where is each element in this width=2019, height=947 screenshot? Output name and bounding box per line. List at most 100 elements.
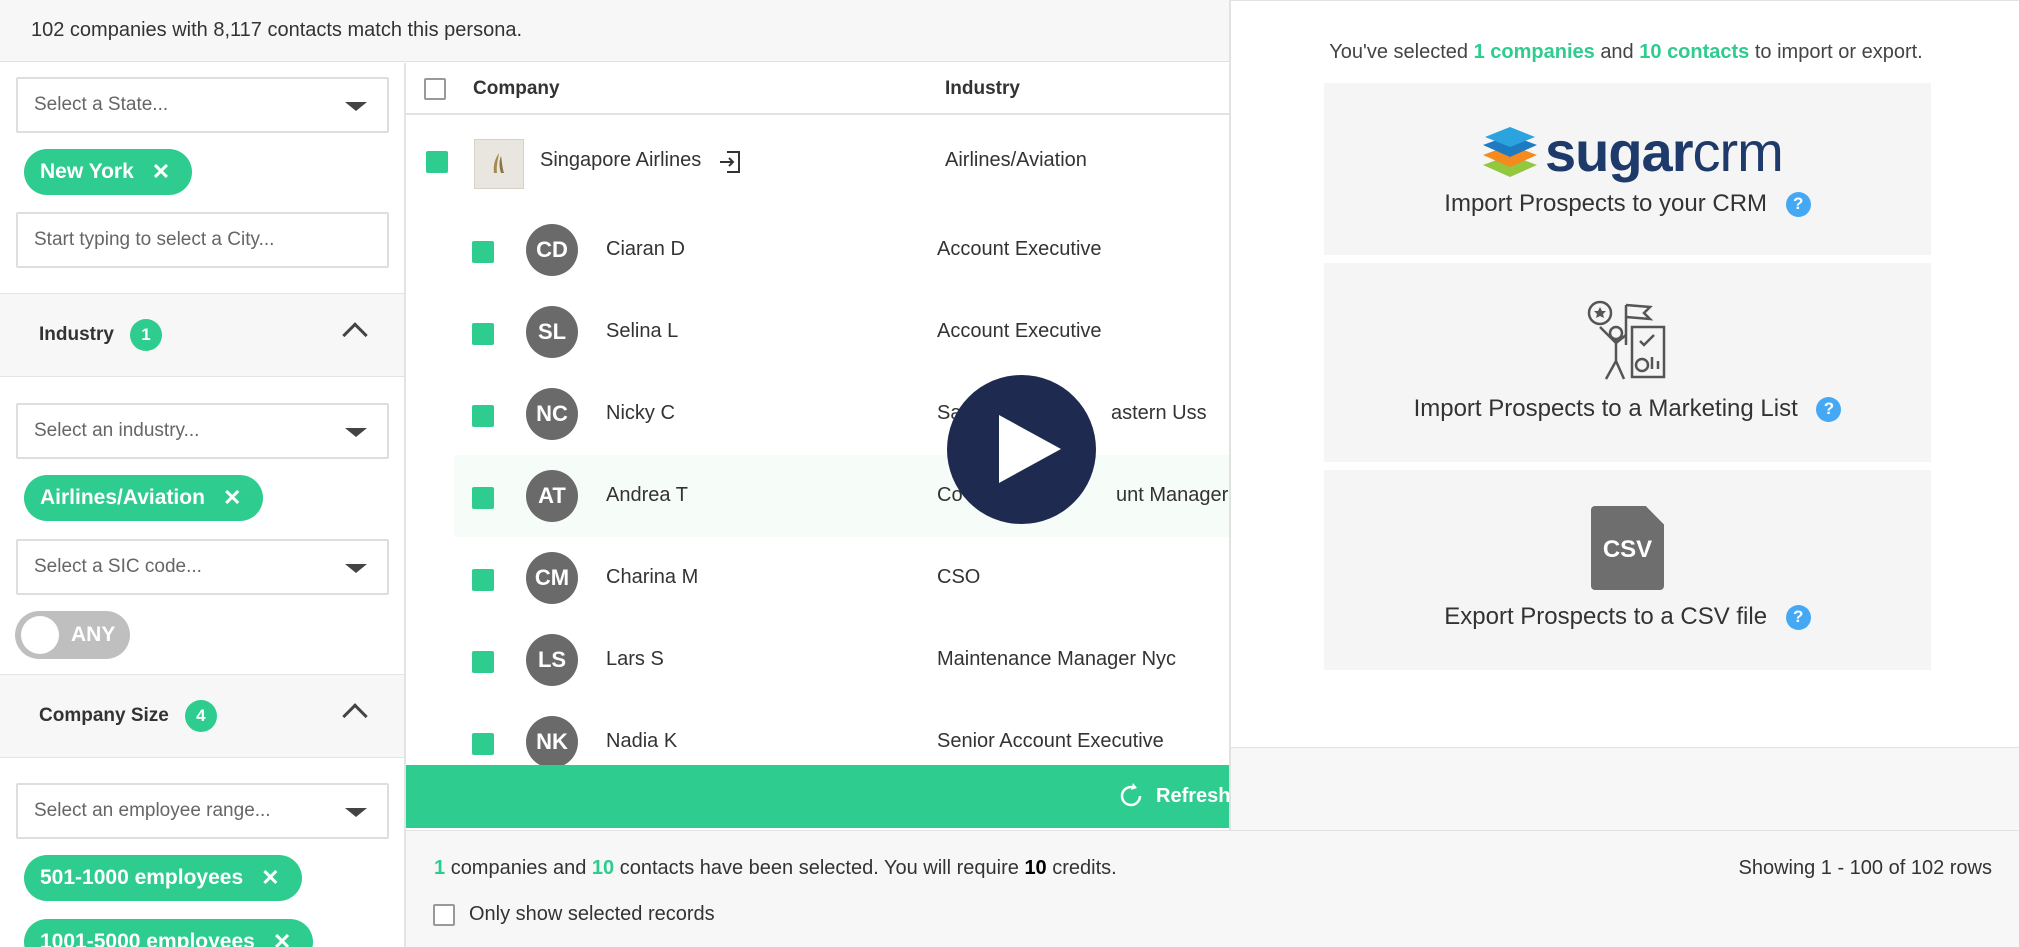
refresh-icon [1120,783,1142,807]
table-header: Company Industry [406,63,1229,115]
selection-status-bar: 1 companies and 10 contacts have been se… [406,830,2019,947]
industry-tag-label: Airlines/Aviation [40,486,205,509]
contact-row[interactable]: SL Selina L Account Executive [454,291,1229,373]
csv-icon-text: CSV [1602,536,1653,563]
contact-row[interactable]: AT Andrea T Co unt Manager [454,455,1229,537]
company-size-section-header[interactable]: Company Size 4 [0,674,404,758]
remove-tag-icon[interactable]: ✕ [261,865,279,891]
contact-name[interactable]: Lars S [606,648,664,671]
selected-contacts-count: 10 [1639,41,1662,63]
play-icon [999,415,1061,483]
contact-checkbox[interactable] [472,569,494,591]
select-all-checkbox[interactable] [424,78,446,100]
chevron-down-icon[interactable] [345,564,367,573]
export-csv-card[interactable]: CSV Export Prospects to a CSV file ? [1324,470,1931,670]
city-input-placeholder: Start typing to select a City... [34,229,275,250]
company-industry: Airlines/Aviation [945,149,1087,171]
employee-range-tag: 501-1000 employees ✕ [24,855,302,901]
only-selected-label: Only show selected records [469,903,715,925]
help-icon[interactable]: ? [1816,396,1842,422]
contact-row[interactable]: CD Ciaran D Account Executive [454,209,1229,291]
selection-text: You've selected [1329,41,1469,63]
contact-name[interactable]: Nadia K [606,730,677,753]
contact-name[interactable]: Andrea T [606,484,688,507]
any-toggle[interactable]: ANY [15,611,130,659]
row-count: Showing 1 - 100 of 102 rows [1738,857,1993,879]
video-play-button[interactable] [947,375,1096,524]
contact-name[interactable]: Ciaran D [606,238,685,261]
state-tag-label: New York [40,160,134,183]
help-icon[interactable]: ? [1785,604,1811,630]
contact-row[interactable]: NC Nicky C Sa astern Uss [454,373,1229,455]
contact-checkbox[interactable] [472,405,494,427]
contact-row[interactable]: CM Charina M CSO [454,537,1229,619]
status-text: companies and [450,857,587,879]
export-csv-caption: Export Prospects to a CSV file ? [1324,603,1931,631]
state-select-placeholder: Select a State... [34,94,169,115]
refresh-bar: Refresh [406,765,1230,828]
remove-tag-icon[interactable]: ✕ [273,929,291,947]
chevron-down-icon[interactable] [345,428,367,437]
selection-text: to import or export. [1754,41,1923,63]
sugarcrm-logo: sugar crm [1481,119,1784,184]
match-summary-bar: 102 companies with 8,117 contacts match … [0,0,1229,62]
contact-row[interactable]: LS Lars S Maintenance Manager Nyc [454,619,1229,701]
help-icon[interactable]: ? [1785,191,1811,217]
contact-name[interactable]: Charina M [606,566,698,589]
sic-code-select[interactable]: Select a SIC code... [16,539,389,595]
contact-checkbox[interactable] [472,733,494,755]
city-input[interactable]: Start typing to select a City... [16,212,389,268]
contact-row[interactable]: NK Nadia K Senior Account Executive [454,701,1229,765]
export-csv-label: Export Prospects to a CSV file [1444,603,1768,630]
employee-range-placeholder: Select an employee range... [34,800,271,821]
open-link-icon[interactable] [718,150,742,174]
marketing-team-icon [1587,300,1666,380]
status-contacts-count: 10 [591,857,615,879]
refresh-button[interactable]: Refresh [1116,781,1230,811]
selected-companies-link[interactable]: companies [1490,41,1594,63]
singapore-airlines-logo [474,139,524,189]
status-companies-count: 1 [434,857,446,879]
import-marketing-caption: Import Prospects to a Marketing List ? [1324,395,1931,423]
state-tag: New York ✕ [24,149,193,195]
company-checkbox[interactable] [426,151,448,173]
contact-checkbox[interactable] [472,487,494,509]
results-table: Company Industry Singapore Airlines Airl… [406,63,1229,765]
selected-contacts-link[interactable]: contacts [1667,41,1749,63]
remove-tag-icon[interactable]: ✕ [223,485,241,511]
contact-name[interactable]: Selina L [606,320,678,343]
contact-checkbox[interactable] [472,323,494,345]
import-crm-label: Import Prospects to your CRM [1444,190,1768,217]
only-selected-checkbox[interactable] [433,903,455,926]
remove-tag-icon[interactable]: ✕ [152,159,170,185]
import-export-panel: You've selected 1 companies and 10 conta… [1229,0,2019,747]
only-selected-option[interactable]: Only show selected records [433,903,715,926]
company-row[interactable]: Singapore Airlines Airlines/Aviation [406,115,1229,209]
selection-summary: You've selected 1 companies and 10 conta… [1231,41,2019,64]
column-header-industry[interactable]: Industry [945,78,1020,100]
brand-sugar: sugar [1545,120,1693,183]
industry-section-header[interactable]: Industry 1 [0,293,404,377]
contact-checkbox[interactable] [472,241,494,263]
refresh-label: Refresh [1156,784,1231,807]
industry-select[interactable]: Select an industry... [16,403,389,459]
toggle-knob [21,616,59,654]
state-select[interactable]: Select a State... [16,77,389,133]
avatar: AT [526,470,578,522]
contact-checkbox[interactable] [472,651,494,673]
import-marketing-list-card[interactable]: Import Prospects to a Marketing List ? [1324,263,1931,462]
chevron-down-icon[interactable] [345,808,367,817]
import-crm-card[interactable]: sugar crm Import Prospects to your CRM ? [1324,83,1931,255]
avatar: SL [526,306,578,358]
industry-tag: Airlines/Aviation ✕ [24,475,264,521]
filter-sidebar: Select a State... New York ✕ Start typin… [0,63,406,947]
contact-title: CSO [937,566,981,588]
employee-range-select[interactable]: Select an employee range... [16,783,389,839]
chevron-down-icon[interactable] [345,102,367,111]
company-name[interactable]: Singapore Airlines [540,149,701,172]
chevron-up-icon[interactable] [342,322,368,348]
chevron-up-icon[interactable] [342,703,368,729]
column-header-company[interactable]: Company [473,78,560,100]
contact-title-tail: astern Uss [1111,402,1207,424]
contact-name[interactable]: Nicky C [606,402,675,425]
